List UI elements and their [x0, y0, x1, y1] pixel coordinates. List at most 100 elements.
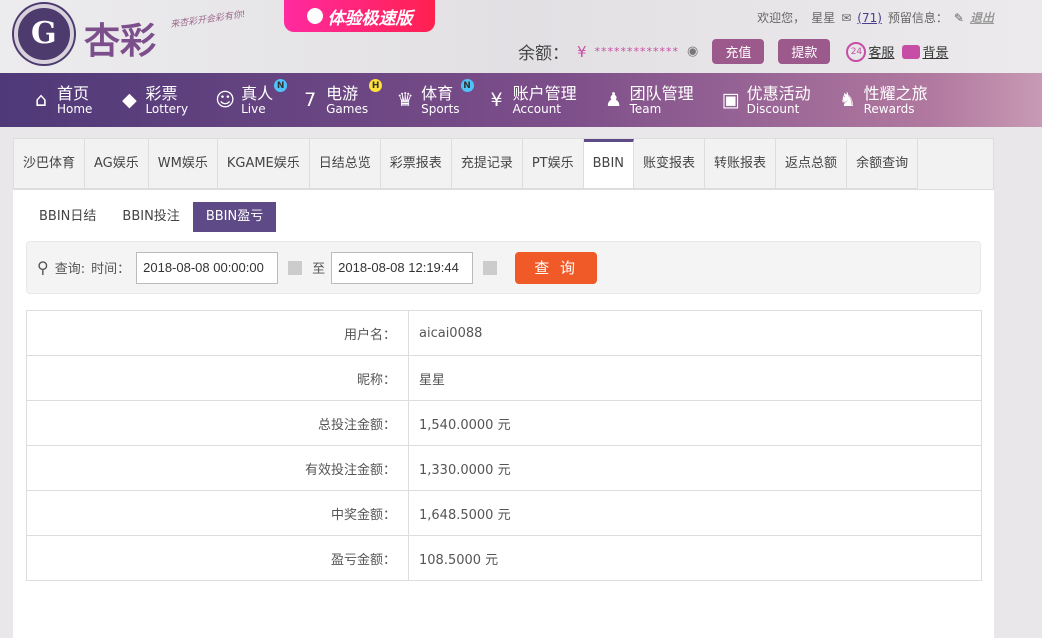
nav-sublabel: Games — [326, 101, 369, 116]
calendar-icon[interactable] — [288, 260, 303, 275]
subtab-0[interactable]: BBIN日结 — [26, 202, 109, 232]
table-row: 有效投注金额： 1,330.0000 元 — [26, 445, 982, 491]
username: 星星 — [811, 11, 836, 25]
deposit-button[interactable]: 充值 — [712, 39, 765, 64]
header: G 杏彩 来杏彩开会彩有你! 体验极速版 欢迎您， 星星 ✉ (71) 预留信息… — [0, 0, 1042, 73]
tab-4[interactable]: 日结总览 — [309, 139, 381, 189]
tab-9[interactable]: 账变报表 — [634, 139, 706, 189]
yen-coin-icon: ¥ — [490, 89, 503, 111]
subtab-2[interactable]: BBIN盈亏 — [192, 202, 277, 232]
withdraw-button[interactable]: 提款 — [778, 39, 831, 64]
nav-item-sports[interactable]: ♛ 体育 Sports N — [394, 73, 474, 127]
tab-1[interactable]: AG娱乐 — [85, 139, 149, 189]
nav-label: 电游 — [326, 83, 359, 103]
report-tabs: 沙巴体育 AG娱乐 WM娱乐 KGAME娱乐 日结总览 彩票报表 充提记录 PT娱乐 BBIN 账… — [13, 138, 994, 190]
row-label: 有效投注金额： — [26, 445, 409, 491]
content-panel: 沙巴体育 AG娱乐 WM娱乐 KGAME娱乐 日结总览 彩票报表 充提记录 PT娱乐 BBIN 账… — [13, 138, 994, 638]
tab-8[interactable]: BBIN — [583, 139, 635, 189]
nav-badge: H — [369, 79, 383, 92]
slogan: 来杏彩开会彩有你! — [169, 9, 247, 31]
tab-3[interactable]: KGAME娱乐 — [217, 139, 310, 189]
tab-11[interactable]: 返点总额 — [776, 139, 848, 189]
query-button[interactable]: 查 询 — [515, 251, 598, 284]
tab-0[interactable]: 沙巴体育 — [14, 139, 86, 189]
logout-link[interactable]: 退出 — [970, 9, 994, 26]
row-value: 星星 — [408, 355, 982, 401]
nav-sublabel: Discount — [746, 101, 800, 116]
nav-item-lottery[interactable]: ◆ 彩票 Lottery — [118, 73, 188, 127]
mail-icon[interactable]: ✉ — [841, 11, 851, 25]
table-row: 用户名： aicai0088 — [26, 310, 982, 356]
table-row: 盈亏金额： 108.5000 元 — [26, 535, 982, 581]
nav-item-discount[interactable]: ▣ 优惠活动 Discount — [720, 73, 811, 127]
nav-item-team[interactable]: ♟ 团队管理 Team — [603, 73, 694, 127]
end-time-input[interactable] — [331, 251, 474, 284]
user-bar: 欢迎您， 星星 ✉ (71) 预留信息： ✎ 退出 — [757, 9, 994, 26]
search-icon: ⚲ — [37, 258, 49, 277]
sub-tabs: BBIN日结 BBIN投注 BBIN盈亏 — [26, 202, 994, 232]
dealer-icon: ☺ — [215, 89, 235, 111]
ticket-icon: ◆ — [122, 89, 137, 111]
speed-version-button[interactable]: 体验极速版 — [284, 0, 435, 32]
balance-label: 余额： — [518, 44, 569, 64]
rewards-icon: ♞ — [839, 89, 857, 111]
nav-label: 体育 — [421, 83, 454, 103]
nav-item-home[interactable]: ⌂ 首页 Home — [30, 73, 92, 127]
tab-6[interactable]: 充提记录 — [451, 139, 523, 189]
nav-item-rewards[interactable]: ♞ 性耀之旅 Rewards — [837, 73, 928, 127]
balance-value: ************* — [594, 45, 680, 58]
home-icon: ⌂ — [34, 89, 48, 111]
gift-icon: ▣ — [721, 89, 740, 111]
row-value: 1,648.5000 元 — [408, 490, 982, 536]
search-bar: ⚲ 查询: 时间： 至 查 询 — [26, 241, 981, 294]
balance-bar: 余额： ¥ ************* ◉ 充值 提款 24 客服 背景 — [518, 39, 948, 64]
logo-text[interactable]: 杏彩 — [84, 12, 156, 64]
nav-sublabel: Sports — [421, 101, 460, 116]
calendar-icon[interactable] — [483, 260, 498, 275]
nav-badge: N — [460, 79, 474, 92]
nav-badge: N — [274, 79, 288, 92]
team-icon: ♟ — [605, 89, 623, 111]
start-time-input[interactable] — [136, 251, 279, 284]
speed-label: 体验极速版 — [327, 8, 413, 29]
tab-7[interactable]: PT娱乐 — [522, 139, 584, 189]
edit-icon[interactable]: ✎ — [954, 11, 964, 25]
nav-item-games[interactable]: 7 电游 Games H — [299, 73, 383, 127]
query-label: 查询: — [54, 262, 86, 277]
currency: ¥ — [577, 42, 587, 61]
row-value: 1,540.0000 元 — [408, 400, 982, 446]
nav-label: 性耀之旅 — [863, 83, 928, 103]
row-value: 108.5000 元 — [408, 535, 982, 581]
nav-item-account[interactable]: ¥ 账户管理 Account — [486, 73, 577, 127]
messages-link[interactable]: (71) — [857, 11, 882, 25]
result-table: 用户名： aicai0088 昵称： 星星 总投注金额： 1,540.0000 元有效投注… — [26, 310, 982, 581]
background-link[interactable]: 背景 — [922, 42, 948, 61]
shirt-icon — [902, 44, 921, 59]
nav-label: 账户管理 — [512, 83, 577, 103]
nav-label: 团队管理 — [629, 83, 694, 103]
table-row: 昵称： 星星 — [26, 355, 982, 401]
reserve-info: 预留信息： — [887, 11, 948, 25]
nav-sublabel: Rewards — [863, 101, 915, 116]
subtab-1[interactable]: BBIN投注 — [109, 202, 192, 232]
row-value: aicai0088 — [408, 310, 982, 356]
tab-2[interactable]: WM娱乐 — [148, 139, 218, 189]
service-link[interactable]: 客服 — [868, 42, 894, 61]
tab-5[interactable]: 彩票报表 — [380, 139, 452, 189]
time-label: 时间： — [91, 262, 131, 277]
row-label: 盈亏金额： — [26, 535, 409, 581]
tab-12[interactable]: 余额查询 — [847, 139, 919, 189]
speed-icon — [306, 8, 323, 24]
nav-label: 首页 — [57, 83, 90, 103]
to-label: 至 — [312, 262, 326, 277]
trophy-icon: ♛ — [396, 89, 414, 111]
nav-sublabel: Home — [57, 101, 93, 116]
row-label: 总投注金额： — [26, 400, 409, 446]
nav-item-live[interactable]: ☺ 真人 Live N — [214, 73, 288, 127]
tab-10[interactable]: 转账报表 — [705, 139, 777, 189]
eye-icon[interactable]: ◉ — [687, 44, 698, 59]
table-row: 总投注金额： 1,540.0000 元 — [26, 400, 982, 446]
nav-sublabel: Team — [629, 101, 662, 116]
logo-icon[interactable]: G — [14, 4, 74, 64]
row-label: 用户名： — [26, 310, 409, 356]
